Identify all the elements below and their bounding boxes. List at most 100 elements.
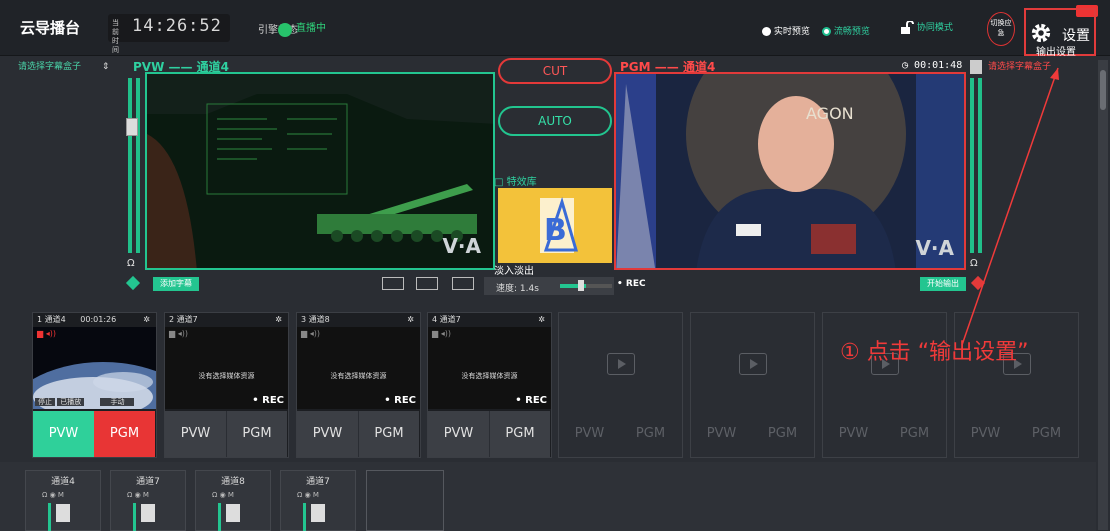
play-icon xyxy=(739,353,767,375)
channel-settings-icon[interactable]: ✲ xyxy=(538,313,545,327)
auto-button[interactable]: AUTO xyxy=(498,106,612,136)
rec-indicator: • REC xyxy=(384,395,416,406)
audio-fader-knob[interactable] xyxy=(56,504,70,522)
layout-corner-icon[interactable] xyxy=(452,277,474,290)
channel-settings-icon[interactable]: ✲ xyxy=(143,313,150,327)
pgm-button[interactable]: PGM xyxy=(1016,411,1077,457)
pvw-button[interactable]: PVW xyxy=(955,411,1016,457)
rec-indicator: • REC xyxy=(252,395,284,406)
channel-card-1[interactable]: 1 通道4 00:01:26 ✲ ▆ ◂)) 停止 已播放 手动 PVW PGM xyxy=(3,312,203,482)
audio-strip[interactable]: 通道4 Ω ◉ M xyxy=(25,470,101,531)
radio-selected-icon xyxy=(822,27,831,36)
channel-card-4[interactable]: 4 通道7 ✲ ▆ ◂)) 没有选择媒体资源 • REC PVW PGM xyxy=(427,312,552,458)
annotation-arrow xyxy=(961,67,1059,346)
voa-logo-pgm: V·A xyxy=(915,236,954,260)
channel-controls: 停止 已播放 手动 xyxy=(35,397,135,407)
audio-fader-knob[interactable] xyxy=(226,504,240,522)
media-icon: ▆ ◂)) xyxy=(301,329,320,338)
speed-slider-knob[interactable] xyxy=(578,280,584,291)
effects-library-label[interactable]: □ 特效库 xyxy=(494,173,537,188)
headphone-icon[interactable]: Ω xyxy=(127,258,135,269)
pgm-timer: ◷ 00:01:48 xyxy=(902,60,962,71)
pgm-button[interactable]: PGM xyxy=(226,411,287,457)
add-audio-slot[interactable] xyxy=(366,470,444,531)
rec-indicator: • REC xyxy=(515,395,547,406)
smooth-preview-label: 流畅预览 xyxy=(833,27,870,37)
pgm-rec-indicator: • REC xyxy=(617,279,646,289)
pgm-button[interactable]: PGM xyxy=(752,411,813,457)
pvw-button[interactable]: PVW xyxy=(297,411,358,457)
scrollbar-thumb[interactable] xyxy=(1100,70,1106,110)
stop-button[interactable]: 停止 xyxy=(35,398,55,406)
audio-strip-icons[interactable]: Ω ◉ M xyxy=(42,491,64,499)
pvw-volume-knob[interactable] xyxy=(126,118,138,136)
live-dot-icon xyxy=(278,19,292,38)
channel-card-3[interactable]: 3 通道8 ✲ ▆ ◂)) 没有选择媒体资源 • REC PVW PGM xyxy=(296,312,421,458)
empty-channel-slot[interactable]: PVW PGM xyxy=(690,312,815,458)
audio-strip-icons[interactable]: Ω ◉ M xyxy=(212,491,234,499)
pvw-button[interactable]: PVW xyxy=(428,411,489,457)
realtime-preview-radio[interactable]: 实时预览 xyxy=(762,24,810,37)
pgm-button[interactable]: PGM xyxy=(620,411,681,457)
no-media-text: 没有选择媒体资源 xyxy=(461,372,518,380)
pvw-button[interactable]: PVW xyxy=(691,411,752,457)
pvw-button[interactable]: PVW xyxy=(823,411,884,457)
audio-strip[interactable]: 通道7 Ω ◉ M xyxy=(110,470,186,531)
manual-button[interactable]: 手动 xyxy=(100,398,135,406)
cut-button[interactable]: CUT xyxy=(498,58,612,84)
channel-settings-icon[interactable]: ✲ xyxy=(407,313,414,327)
caption-box-select-left[interactable]: 请选择字幕盒子 ⇕ xyxy=(18,59,109,75)
output-settings-menu-item[interactable]: 输出设置 xyxy=(1036,43,1076,58)
unlock-icon xyxy=(901,19,914,34)
speed-value: 1.4s xyxy=(519,284,539,294)
settings-button[interactable]: 设置 xyxy=(1062,25,1090,45)
channel-card-2[interactable]: 2 通道7 ✲ ▆ ◂)) 没有选择媒体资源 • REC PVW PGM xyxy=(164,312,289,458)
clock-icon: ◷ xyxy=(902,60,915,71)
collab-mode-toggle[interactable]: 协同模式 xyxy=(900,19,953,35)
channel-settings-icon[interactable]: ✲ xyxy=(275,313,282,327)
pvw-button[interactable]: PVW xyxy=(33,411,94,457)
audio-strip-icons[interactable]: Ω ◉ M xyxy=(297,491,319,499)
pgm-button[interactable]: PGM xyxy=(489,411,550,457)
channel-media: ▆ ◂)) 没有选择媒体资源 • REC xyxy=(297,327,420,409)
audio-fader-knob[interactable] xyxy=(141,504,155,522)
pvw-button[interactable]: PVW xyxy=(165,411,226,457)
audio-strip[interactable]: 通道8 Ω ◉ M xyxy=(195,470,271,531)
clock-box: 当前时间 14:26:52 xyxy=(108,14,230,54)
annotation-text: ① 点击 “输出设置” xyxy=(840,340,1029,365)
pgm-button[interactable]: PGM xyxy=(884,411,945,457)
app-title: 云导播台 xyxy=(20,19,81,37)
pvw-video: V·A xyxy=(145,72,495,270)
audio-strip-icons[interactable]: Ω ◉ M xyxy=(127,491,149,499)
svg-text:B: B xyxy=(544,213,567,248)
pgm-button[interactable]: PGM xyxy=(94,411,155,457)
audio-strip-name: 通道4 xyxy=(51,477,75,487)
clock-label: 当前时间 xyxy=(112,19,119,54)
add-caption-button[interactable]: 添加字幕 xyxy=(153,277,199,291)
fade-effect-thumbnail[interactable]: B xyxy=(498,188,612,263)
audio-strip-name: 通道8 xyxy=(221,477,245,487)
empty-channel-slot[interactable]: PVW PGM xyxy=(558,312,683,458)
layout-pip-icon[interactable] xyxy=(416,277,438,290)
audio-level-bar xyxy=(48,503,51,531)
pgm-button[interactable]: PGM xyxy=(358,411,419,457)
audio-level-bar xyxy=(133,503,136,531)
layout-full-icon[interactable] xyxy=(382,277,404,290)
smooth-preview-radio[interactable]: 流畅预览 xyxy=(822,24,870,37)
media-icon: ▆ ◂)) xyxy=(169,329,188,338)
page-scrollbar[interactable] xyxy=(1098,60,1108,530)
channel-head: 4 通道7 ✲ xyxy=(428,313,551,327)
cube-icon xyxy=(125,275,141,291)
live-status: 直播中 xyxy=(296,23,326,34)
emergency-switch-button[interactable]: 切换应急 xyxy=(987,12,1015,46)
audio-strip[interactable]: 通道7 Ω ◉ M xyxy=(280,470,356,531)
select-arrow-icon: ⇕ xyxy=(101,62,110,72)
pvw-volume-track[interactable] xyxy=(128,78,132,253)
svg-text:AGON: AGON xyxy=(806,104,854,123)
speed-slider-track[interactable] xyxy=(560,284,612,288)
pvw-button[interactable]: PVW xyxy=(559,411,620,457)
clock-time: 14:26:52 xyxy=(132,16,222,36)
gear-icon[interactable] xyxy=(1030,22,1052,44)
audio-fader-knob[interactable] xyxy=(311,504,325,522)
channel-name: 4 通道7 xyxy=(432,315,461,324)
